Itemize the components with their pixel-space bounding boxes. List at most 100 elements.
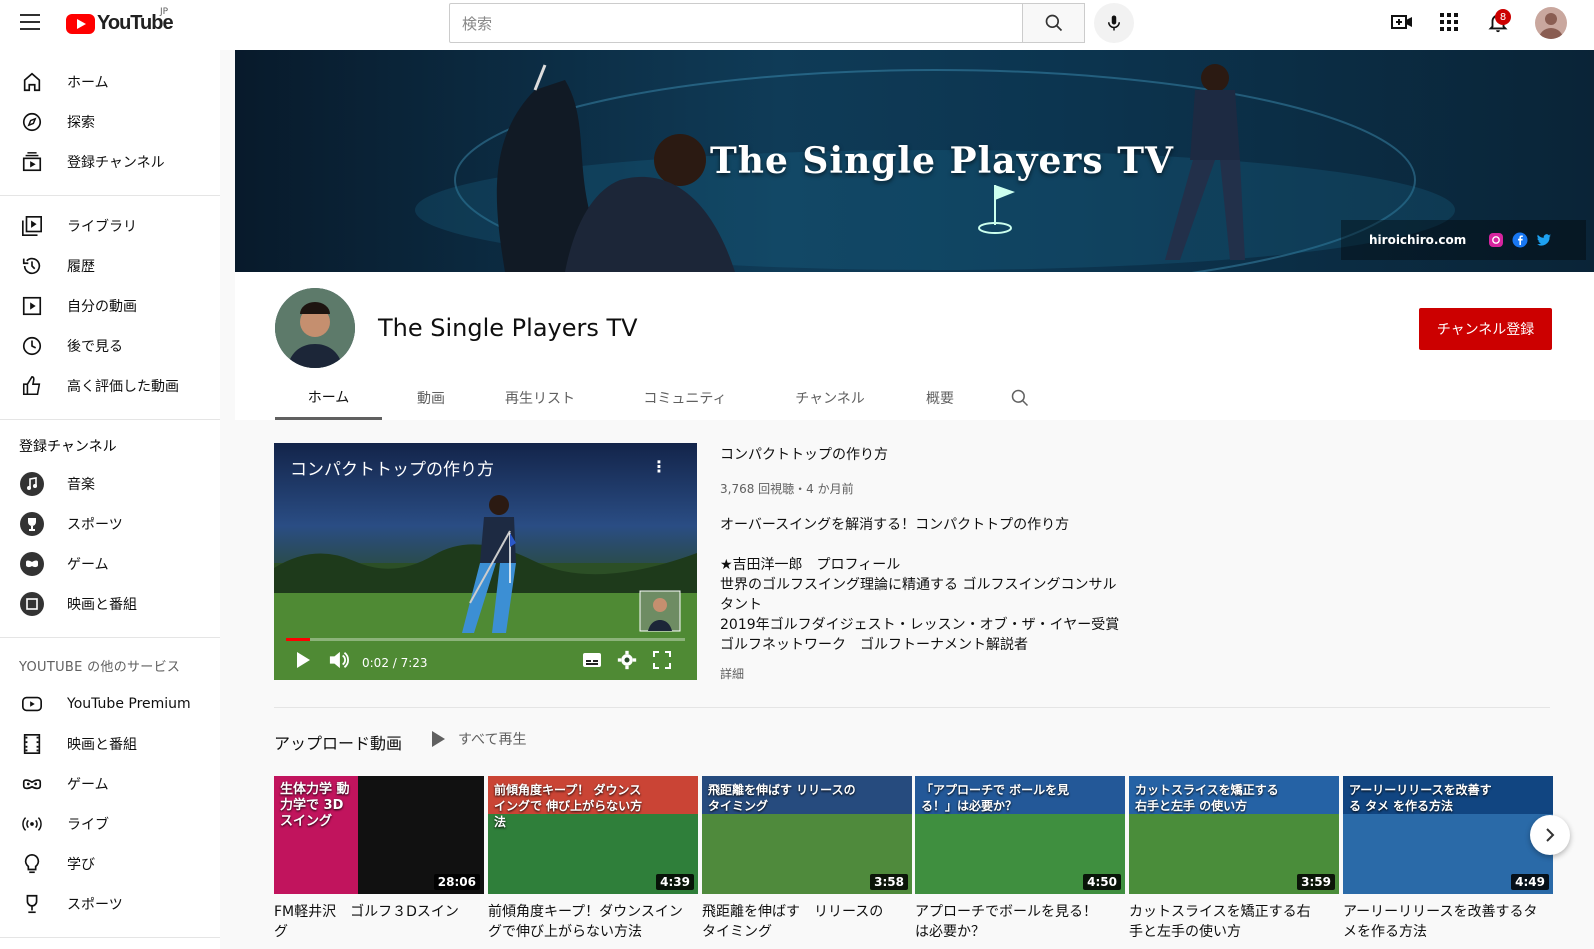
- sidebar-item-gaming[interactable]: ゲーム: [0, 544, 220, 584]
- settings-gear-icon[interactable]: [617, 650, 637, 670]
- sidebar-item-home[interactable]: ホーム: [0, 62, 220, 102]
- fullscreen-icon[interactable]: [653, 651, 671, 669]
- top-bar: YouTube JP 検索 8: [0, 0, 1594, 50]
- description-line: オーバースイングを解消する！コンパクトトプの作り方: [720, 517, 1070, 533]
- thumbnail-overlay-text: 飛距離を伸ばす リリースのタイミング: [708, 783, 856, 813]
- sidebar-item-label: YouTube Premium: [67, 696, 191, 712]
- subscribe-button[interactable]: チャンネル登録: [1419, 308, 1552, 350]
- subscriptions-heading: 登録チャンネル: [19, 439, 117, 455]
- microphone-icon: [1108, 15, 1120, 31]
- video-thumbnail[interactable]: 生体力学 動力学で 3D スイング 28:06: [274, 776, 484, 894]
- video-title[interactable]: カットスライスを矯正する右手と左手の使い方: [1129, 902, 1324, 942]
- play-all-button[interactable]: すべて再生: [430, 729, 526, 749]
- sidebar-item-learning[interactable]: 学び: [0, 844, 220, 884]
- read-more-link[interactable]: 詳細: [720, 665, 744, 682]
- watch-later-icon: [20, 334, 44, 358]
- sidebar-item-sports-service[interactable]: スポーツ: [0, 884, 220, 924]
- sidebar-item-sports[interactable]: スポーツ: [0, 504, 220, 544]
- search-input[interactable]: 検索: [449, 3, 1023, 43]
- uploads-heading[interactable]: アップロード動画: [274, 730, 402, 754]
- sidebar-item-history[interactable]: 履歴: [0, 246, 220, 286]
- youtube-logo[interactable]: YouTube JP: [66, 7, 174, 35]
- video-thumbnail[interactable]: アーリーリリースを改善する タメ を作る方法 4:49: [1343, 776, 1553, 894]
- instagram-icon[interactable]: [1488, 232, 1504, 248]
- description-line: 世界のゴルフスイング理論に精通する ゴルフスイングコンサル: [720, 577, 1117, 593]
- featured-video-title[interactable]: コンパクトトップの作り方: [720, 444, 888, 464]
- sidebar-item-gaming-service[interactable]: ゲーム: [0, 764, 220, 804]
- video-duration: 4:50: [1083, 874, 1121, 890]
- trophy-icon: [20, 512, 44, 536]
- tab-playlists[interactable]: 再生リスト: [485, 376, 595, 420]
- sidebar-item-youtube-premium[interactable]: YouTube Premium: [0, 684, 220, 724]
- channel-avatar[interactable]: [275, 288, 355, 368]
- video-thumbnail[interactable]: 「アプローチで ボールを見る！」は必要か？ 4:50: [915, 776, 1125, 894]
- captions-icon[interactable]: [582, 651, 602, 669]
- sidebar-item-label: 探索: [67, 115, 95, 131]
- account-avatar[interactable]: [1535, 7, 1567, 39]
- video-duration: 3:58: [870, 874, 908, 890]
- volume-icon[interactable]: [328, 650, 350, 670]
- video-thumbnail[interactable]: カットスライスを矯正する 右手と左手 の使い方 3:59: [1129, 776, 1339, 894]
- sidebar-item-watch-later[interactable]: 後で見る: [0, 326, 220, 366]
- featured-video-player[interactable]: コンパクトトップの作り方 ⋮ 0:02 / 7:23: [274, 443, 697, 680]
- youtube-play-icon: [66, 13, 95, 34]
- play-all-label: すべて再生: [458, 732, 527, 748]
- description-line: ★吉田洋一郎 プロフィール: [720, 557, 901, 573]
- youtube-icon: [20, 692, 44, 716]
- video-title[interactable]: 前傾角度キープ！ダウンスイングで伸び上がらない方法: [488, 902, 683, 942]
- sidebar-item-my-videos[interactable]: 自分の動画: [0, 286, 220, 326]
- more-options-icon[interactable]: ⋮: [651, 457, 667, 476]
- video-title[interactable]: 飛距離を伸ばす リリースのタイミング: [702, 902, 897, 942]
- banner-website-link[interactable]: hiroichiro.com: [1369, 233, 1466, 247]
- library-icon: [20, 214, 44, 238]
- sidebar-item-explore[interactable]: 探索: [0, 102, 220, 142]
- create-video-button[interactable]: [1390, 10, 1414, 34]
- sidebar-item-label: 登録チャンネル: [67, 155, 165, 171]
- tab-videos[interactable]: 動画: [397, 376, 465, 420]
- compass-icon: [20, 110, 44, 134]
- search-button[interactable]: [1022, 3, 1085, 43]
- sidebar: ホーム 探索 登録チャンネル ライブラリ 履歴 自分の動画 後で見る 高く評価し…: [0, 50, 220, 949]
- apps-button[interactable]: [1437, 10, 1461, 34]
- video-title[interactable]: アプローチでボールを見る！は必要か？: [915, 902, 1110, 942]
- description-line: 2019年ゴルフダイジェスト・レッスン・オブ・ザ・イヤー受賞: [720, 617, 1120, 633]
- twitter-icon[interactable]: [1536, 232, 1552, 248]
- sidebar-item-subscriptions[interactable]: 登録チャンネル: [0, 142, 220, 182]
- sidebar-divider: [0, 937, 220, 938]
- video-thumbnail[interactable]: 飛距離を伸ばす リリースのタイミング 3:58: [702, 776, 912, 894]
- video-title[interactable]: アーリーリリースを改善するタメを作る方法: [1343, 902, 1538, 942]
- tab-community[interactable]: コミュニティ: [620, 376, 750, 420]
- sidebar-item-label: ホーム: [67, 75, 109, 91]
- sidebar-divider: [0, 195, 220, 196]
- gamepad-icon: [20, 772, 44, 796]
- video-duration: 4:49: [1511, 874, 1549, 890]
- player-progress-bar[interactable]: [286, 638, 685, 641]
- video-title[interactable]: FM軽井沢 ゴルフ３Dスイング: [274, 902, 469, 942]
- voice-search-button[interactable]: [1094, 3, 1134, 43]
- sidebar-item-movies-shows[interactable]: 映画と番組: [0, 724, 220, 764]
- sidebar-item-label: ライブラリ: [67, 219, 137, 235]
- channel-header: The Single Players TV チャンネル登録 ホーム 動画 再生リ…: [235, 272, 1594, 420]
- sidebar-item-movies[interactable]: 映画と番組: [0, 584, 220, 624]
- tab-home[interactable]: ホーム: [275, 376, 382, 420]
- trophy-icon: [20, 892, 44, 916]
- search-icon: [1011, 389, 1029, 407]
- play-icon[interactable]: [294, 650, 312, 670]
- sidebar-item-music[interactable]: 音楽: [0, 464, 220, 504]
- logo-region: JP: [160, 7, 169, 17]
- thumbs-up-icon: [20, 374, 44, 398]
- facebook-icon[interactable]: [1512, 232, 1528, 248]
- menu-icon[interactable]: [20, 14, 40, 30]
- tab-channels[interactable]: チャンネル: [775, 376, 885, 420]
- channel-avatar-photo: [275, 288, 355, 368]
- sidebar-item-liked-videos[interactable]: 高く評価した動画: [0, 366, 220, 406]
- video-thumbnail[interactable]: 前傾角度キープ！ ダウンスイングで 伸び上がらない方法 4:39: [488, 776, 698, 894]
- tab-about[interactable]: 概要: [905, 376, 975, 420]
- tab-search[interactable]: [1000, 376, 1040, 420]
- shelf-next-button[interactable]: [1530, 815, 1570, 855]
- sidebar-item-live[interactable]: ライブ: [0, 804, 220, 844]
- sidebar-divider: [0, 637, 220, 638]
- home-icon: [20, 70, 44, 94]
- more-from-youtube-heading: YOUTUBE の他のサービス: [19, 660, 181, 675]
- sidebar-item-library[interactable]: ライブラリ: [0, 206, 220, 246]
